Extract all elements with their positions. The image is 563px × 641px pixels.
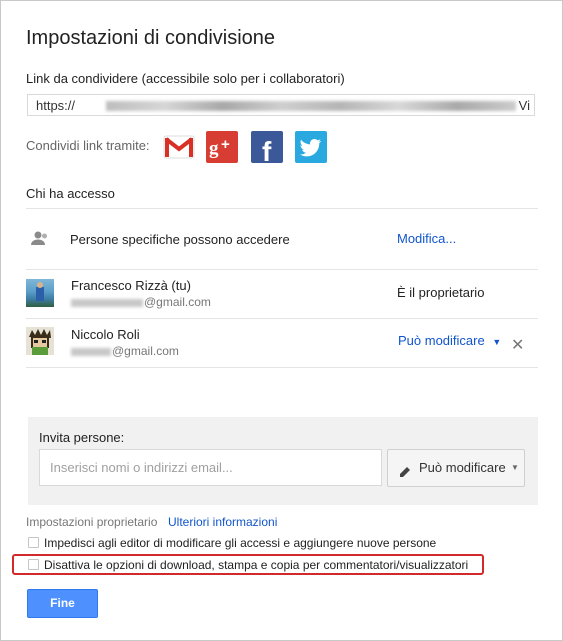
share-via-label: Condividi link tramite: [26,138,150,153]
collaborator-email: @gmail.com [71,295,211,309]
caret-down-icon: ▼ [492,337,502,347]
more-info-link[interactable]: Ulteriori informazioni [168,515,277,529]
collaborator-email: @gmail.com [71,344,179,358]
avatar [26,327,54,355]
redacted-email [71,298,143,307]
divider [26,367,538,368]
invite-panel: Invita persone: Può modificare ▼ [28,417,538,505]
permission-dropdown[interactable]: Può modificare ▼ [398,333,501,348]
collaborator-name: Francesco Rizzà (tu) [71,278,191,293]
divider [26,318,538,319]
option-label: Impedisci agli editor di modificare gli … [44,536,437,550]
caret-down-icon: ▼ [511,463,519,472]
invite-permission-button[interactable]: Può modificare ▼ [387,449,525,487]
invite-label: Invita persone: [39,430,125,445]
avatar [26,279,54,307]
share-link-field[interactable]: https:// Vi [27,94,535,116]
invite-input[interactable] [39,449,382,486]
redacted-email [71,347,111,356]
checkbox[interactable] [28,559,39,570]
dialog-title: Impostazioni di condivisione [26,27,276,49]
svg-text:g: g [209,138,219,159]
sharing-settings-dialog: Impostazioni di condivisione Link da con… [0,0,563,641]
svg-text:+: + [221,136,230,153]
divider [26,208,538,209]
share-link-end: Vi [518,98,530,113]
option-label: Disattiva le opzioni di download, stampa… [44,558,469,572]
remove-collaborator-icon[interactable]: ✕ [511,335,524,355]
owner-role-label: È il proprietario [397,285,485,300]
twitter-icon[interactable] [295,131,327,163]
visibility-text: Persone specifiche possono accedere [70,232,290,247]
permission-label: Può modificare [398,333,485,348]
people-icon [29,228,51,250]
invite-permission-label: Può modificare [419,460,506,475]
divider [26,269,538,270]
facebook-icon[interactable]: f [251,131,283,167]
share-link-label: Link da condividere (accessibile solo pe… [26,71,345,86]
collaborator-name: Niccolo Roli [71,327,140,342]
checkbox[interactable] [28,537,39,548]
done-button[interactable]: Fine [27,589,98,618]
redacted-link [106,101,516,111]
svg-text:f: f [262,136,272,163]
who-has-access-label: Chi ha accesso [26,186,115,201]
google-plus-icon[interactable]: g + [206,131,238,163]
change-visibility-link[interactable]: Modifica... [397,231,456,246]
owner-settings-label: Impostazioni proprietario [26,515,158,529]
share-link-start: https:// [36,98,76,113]
pencil-icon [398,450,412,500]
gmail-icon[interactable] [163,131,195,163]
